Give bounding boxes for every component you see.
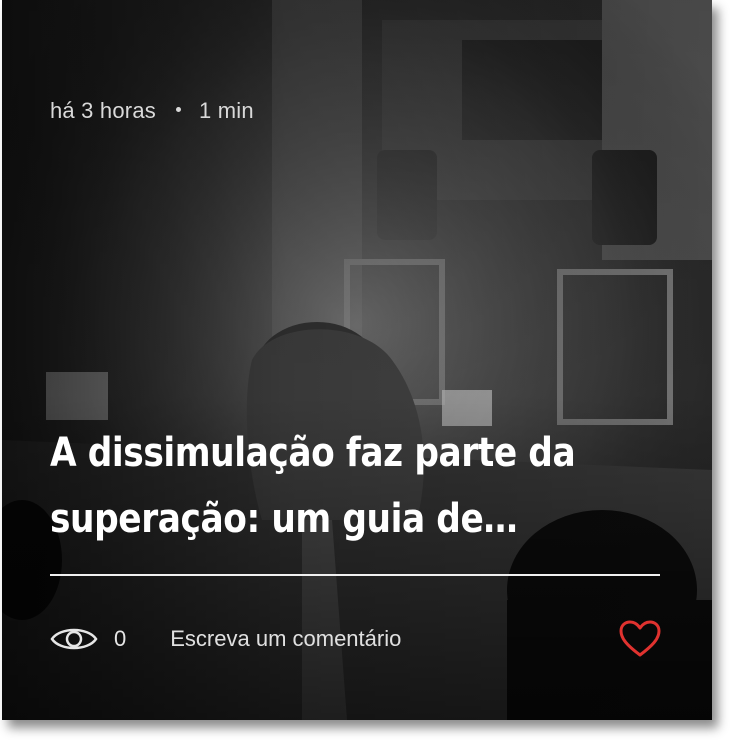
post-footer: 0 Escreva um comentário [50, 616, 662, 662]
views-count: 0 [114, 626, 127, 651]
write-comment-link[interactable]: Escreva um comentário [170, 626, 401, 652]
post-card[interactable]: há 3 horas 1 min A dissimulação faz part… [2, 0, 712, 720]
heart-icon[interactable] [618, 619, 662, 659]
eye-icon [50, 628, 98, 650]
post-title-line-2[interactable]: superação: um guia de… [50, 486, 583, 552]
post-meta: há 3 horas 1 min [50, 98, 254, 124]
meta-separator-dot [175, 106, 181, 112]
post-title[interactable]: A dissimulação faz parte da superação: u… [50, 420, 583, 552]
divider [50, 574, 660, 576]
post-title-line-1[interactable]: A dissimulação faz parte da [50, 420, 583, 486]
post-time: há 3 horas [50, 98, 156, 123]
read-time: 1 min [198, 98, 254, 123]
